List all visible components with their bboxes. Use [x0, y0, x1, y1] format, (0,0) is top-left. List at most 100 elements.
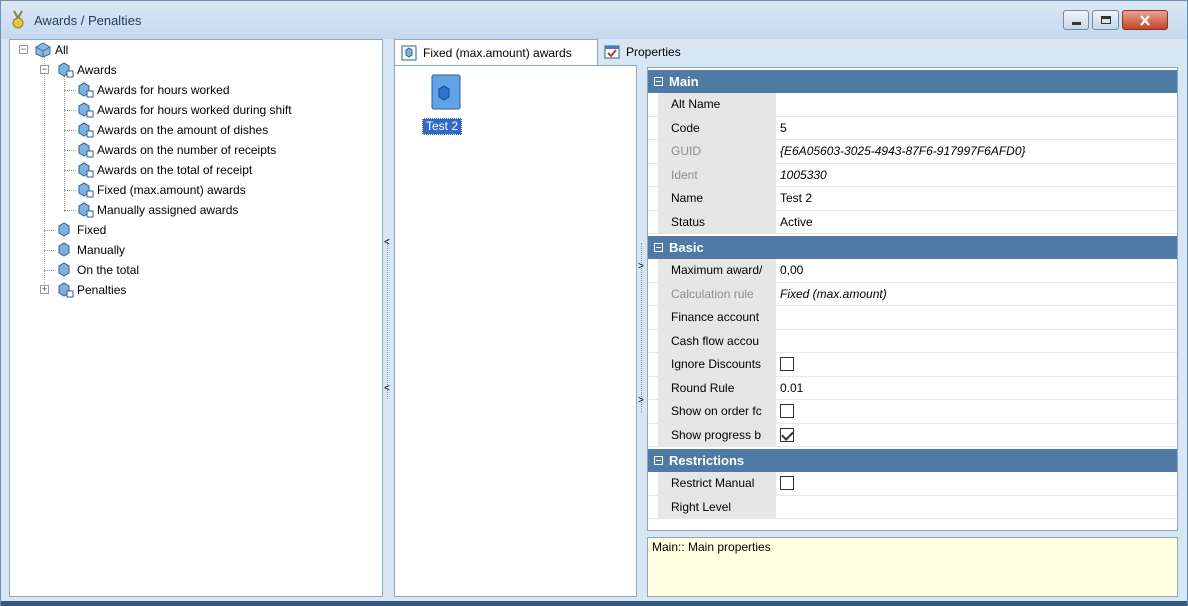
- tree-node-fixed[interactable]: Fixed: [56, 220, 106, 240]
- prop-row[interactable]: Right Level: [648, 495, 1177, 519]
- show-progress-checkbox[interactable]: [780, 427, 794, 442]
- award-item-icon: [78, 142, 94, 158]
- award-group-icon: [58, 262, 70, 277]
- tree-label: On the total: [77, 263, 140, 277]
- award-medal-icon: [12, 10, 24, 29]
- prop-name: Restrict Manual: [658, 472, 776, 495]
- prop-row[interactable]: Code 5: [648, 116, 1177, 140]
- tree-node-award-child[interactable]: Fixed (max.amount) awards: [76, 180, 246, 200]
- group-label: Restrictions: [669, 453, 745, 468]
- ignore-discounts-checkbox[interactable]: [780, 357, 794, 371]
- help-text: Main:: Main properties: [652, 540, 771, 554]
- prop-value[interactable]: [778, 93, 1177, 116]
- title-bar[interactable]: Awards / Penalties: [1, 1, 1187, 39]
- award-item-icon: [78, 82, 94, 98]
- expand-right-arrow-icon[interactable]: >: [638, 261, 644, 272]
- prop-row[interactable]: Status Active: [648, 210, 1177, 234]
- prop-name: Maximum award/: [658, 259, 776, 282]
- prop-row[interactable]: Alt Name: [648, 93, 1177, 117]
- prop-name: GUID: [658, 140, 776, 163]
- right-splitter[interactable]: > >: [637, 65, 647, 597]
- tree-node-award-child[interactable]: Manually assigned awards: [76, 200, 238, 220]
- tree-node-manually[interactable]: Manually: [56, 240, 125, 260]
- tree-node-penalties[interactable]: Penalties: [56, 280, 126, 300]
- collapse-awards-expander[interactable]: −: [40, 65, 49, 74]
- prop-name: Ignore Discounts: [658, 353, 776, 376]
- minimize-button[interactable]: [1063, 10, 1089, 30]
- prop-name: Ident: [658, 163, 776, 187]
- tab-fixed-awards[interactable]: Fixed (max.amount) awards: [394, 39, 598, 65]
- prop-name: Show on order fc: [658, 400, 776, 423]
- tree-label: Awards for hours worked: [97, 83, 230, 97]
- property-grid[interactable]: Main Alt Name Code 5 GUID {E6A05603-3025-4…: [647, 67, 1178, 531]
- close-icon: [1140, 14, 1150, 26]
- tree-label: Fixed (max.amount) awards: [97, 183, 246, 197]
- prop-row[interactable]: Show progress b: [648, 423, 1177, 447]
- prop-row[interactable]: Name Test 2: [648, 187, 1177, 211]
- tree-label: Awards on the amount of dishes: [97, 123, 269, 137]
- prop-value[interactable]: Test 2: [778, 187, 1177, 210]
- category-tree[interactable]: − All − Awards Awards for hours worked A…: [9, 39, 383, 597]
- award-item-icon: [78, 182, 94, 198]
- tree-label: Manually: [77, 243, 126, 257]
- tab-properties[interactable]: Properties: [598, 39, 708, 65]
- award-group-icon: [58, 62, 74, 78]
- restrict-manual-checkbox[interactable]: [780, 476, 794, 490]
- collapse-left-arrow-icon[interactable]: <: [384, 383, 390, 394]
- tree-node-award-child[interactable]: Awards on the number of receipts: [76, 140, 276, 160]
- left-splitter[interactable]: < <: [383, 39, 393, 597]
- award-group-icon: [58, 242, 70, 257]
- main-window: Awards / Penalties − All − Awards Awards…: [0, 0, 1188, 606]
- all-folder-icon: [35, 42, 51, 58]
- prop-row[interactable]: Restrict Manual: [648, 472, 1177, 496]
- prop-value[interactable]: 0.01: [778, 377, 1177, 400]
- tree-label: Manually assigned awards: [97, 203, 239, 217]
- expand-penalties-expander[interactable]: +: [40, 285, 49, 294]
- prop-value[interactable]: [778, 330, 1177, 353]
- collapse-all-expander[interactable]: −: [19, 45, 28, 54]
- group-label: Basic: [669, 240, 704, 255]
- properties-icon: [604, 45, 620, 59]
- group-basic[interactable]: Basic: [648, 236, 1177, 259]
- tree-label: Fixed: [77, 223, 107, 237]
- prop-row[interactable]: Maximum award/0,00: [648, 259, 1177, 283]
- tree-label: Penalties: [77, 283, 127, 297]
- tree-node-award-child[interactable]: Awards on the amount of dishes: [76, 120, 268, 140]
- minimize-icon: [1071, 21, 1081, 25]
- property-help-panel: Main:: Main properties: [647, 537, 1178, 597]
- maximize-button[interactable]: [1092, 10, 1119, 30]
- prop-row[interactable]: Ignore Discounts: [648, 353, 1177, 377]
- prop-row[interactable]: Finance account: [648, 306, 1177, 330]
- tree-node-on-the-total[interactable]: On the total: [56, 260, 139, 280]
- prop-row[interactable]: Calculation rule Fixed (max.amount): [648, 282, 1177, 306]
- prop-name: Round Rule: [658, 376, 776, 400]
- group-restrictions[interactable]: Restrictions: [648, 449, 1177, 472]
- prop-row[interactable]: Cash flow accou: [648, 329, 1177, 353]
- prop-row[interactable]: Show on order fc: [648, 400, 1177, 424]
- collapse-left-arrow-icon[interactable]: <: [384, 237, 390, 248]
- object-list[interactable]: Test 2: [394, 65, 637, 597]
- tree-node-awards[interactable]: Awards: [56, 60, 117, 80]
- tree-node-award-child[interactable]: Awards for hours worked during shift: [76, 100, 292, 120]
- prop-row[interactable]: GUID {E6A05603-3025-4943-87F6-917997F6AFD…: [648, 140, 1177, 164]
- prop-value[interactable]: 0,00: [778, 259, 1177, 282]
- prop-value: 1005330: [780, 167, 827, 182]
- prop-row[interactable]: Ident 1005330: [648, 163, 1177, 187]
- expand-right-arrow-icon[interactable]: >: [638, 395, 644, 406]
- prop-value[interactable]: [778, 306, 1177, 329]
- prop-row[interactable]: Round Rule 0.01: [648, 376, 1177, 400]
- tree-node-award-child[interactable]: Awards on the total of receipt: [76, 160, 252, 180]
- group-label: Main: [669, 74, 699, 89]
- tree-node-award-child[interactable]: Awards for hours worked: [76, 80, 230, 100]
- close-button[interactable]: [1122, 10, 1168, 30]
- tree-node-all[interactable]: All: [34, 40, 68, 60]
- show-on-order-checkbox[interactable]: [780, 404, 794, 418]
- prop-value[interactable]: 5: [778, 117, 1177, 140]
- tree-label: All: [55, 43, 69, 57]
- prop-value[interactable]: [778, 496, 1177, 519]
- prop-value[interactable]: Active: [778, 211, 1177, 234]
- prop-name: Show progress b: [658, 423, 776, 447]
- tab-label: Fixed (max.amount) awards: [423, 45, 572, 60]
- group-main[interactable]: Main: [648, 70, 1177, 93]
- prop-name: Status: [658, 210, 776, 234]
